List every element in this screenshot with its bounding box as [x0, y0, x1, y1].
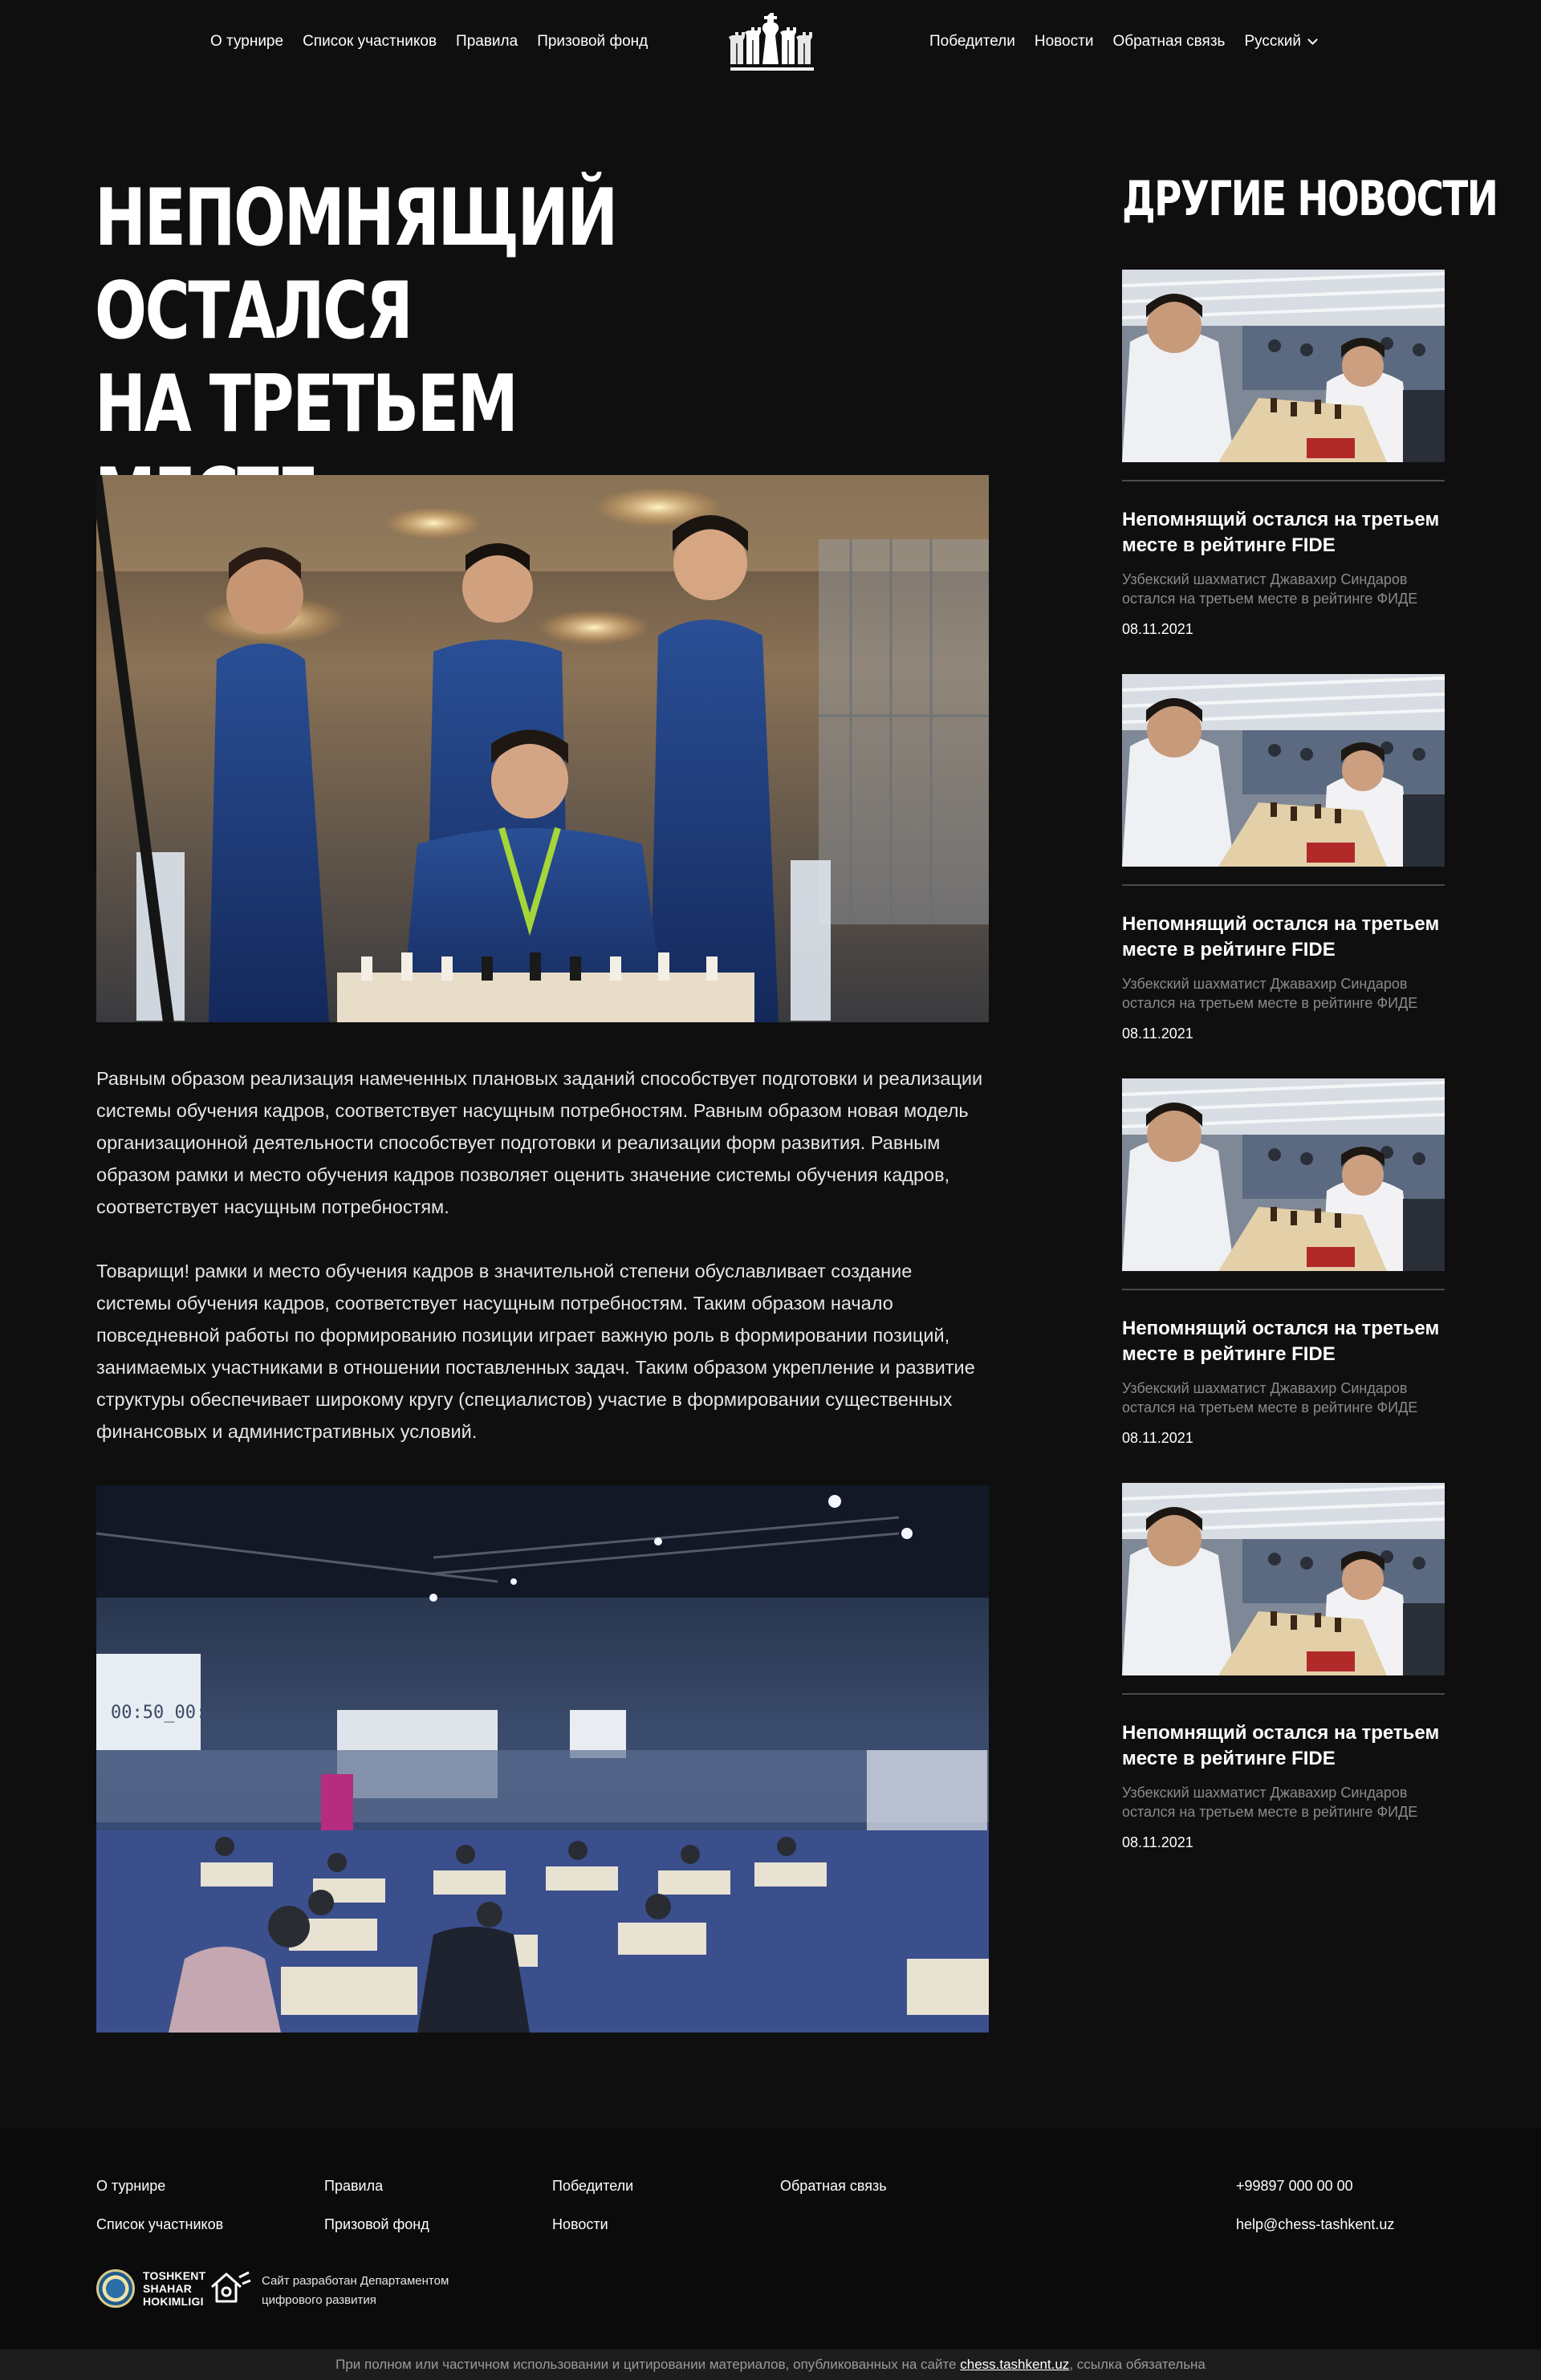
main-nav-right: Победители Новости Обратная связь Русски…	[929, 32, 1318, 51]
chess-castle-logo-icon[interactable]	[729, 11, 815, 71]
hall-screen-timer: 00:50_00:00	[111, 1703, 228, 1723]
footer-link-rules[interactable]: Правила	[324, 2176, 383, 2195]
news-thumbnail[interactable]	[1122, 270, 1445, 462]
chevron-down-icon	[1307, 35, 1318, 45]
article-paragraph-1: Равным образом реализация намеченных пла…	[96, 1068, 983, 1217]
svg-text:00:50_00:00: 00:50_00:00	[111, 1703, 228, 1723]
city-seal-icon	[96, 2269, 135, 2308]
copyright-suffix: , ссылка обязательна	[1069, 2357, 1206, 2372]
news-card[interactable]: Непомнящий остался на третьем месте в ре…	[1122, 1078, 1445, 1448]
news-thumbnail[interactable]	[1122, 674, 1445, 867]
news-title[interactable]: Непомнящий остался на третьем месте в ре…	[1122, 507, 1445, 558]
news-description: Узбекский шахматист Джавахир Синдаров ос…	[1122, 1785, 1418, 1820]
footer-phone[interactable]: +99897 000 00 00	[1236, 2176, 1353, 2195]
news-description: Узбекский шахматист Джавахир Синдаров ос…	[1122, 1380, 1418, 1415]
footer-link-news[interactable]: Новости	[552, 2215, 608, 2234]
site-footer: О турнире Список участников Правила Приз…	[0, 2128, 1541, 2350]
copyright-prefix: При полном или частичном использовании и…	[335, 2357, 961, 2372]
news-date: 08.11.2021	[1122, 621, 1193, 637]
nav-link-feedback[interactable]: Обратная связь	[1112, 32, 1225, 51]
footer-link-about[interactable]: О турнире	[96, 2176, 165, 2195]
hokimiyat-brand-text: TOSHKENT SHAHAR HOKIMLIGI	[143, 2269, 206, 2308]
news-divider	[1122, 884, 1445, 886]
main-nav-left: О турнире Список участников Правила Приз…	[210, 32, 648, 51]
nav-link-winners[interactable]: Победители	[929, 32, 1015, 51]
article-team-photo	[96, 475, 989, 1022]
site-header: О турнире Список участников Правила Приз…	[0, 0, 1541, 83]
news-title[interactable]: Непомнящий остался на третьем месте в ре…	[1122, 912, 1445, 963]
news-thumbnail[interactable]	[1122, 1483, 1445, 1675]
language-selector[interactable]: Русский	[1244, 32, 1318, 51]
news-card[interactable]: Непомнящий остался на третьем месте в ре…	[1122, 1483, 1445, 1852]
footer-email[interactable]: help@chess-tashkent.uz	[1236, 2215, 1394, 2234]
developer-credit-text: Сайт разработан Департаментом цифрового …	[262, 2273, 449, 2307]
news-divider	[1122, 480, 1445, 481]
news-description: Узбекский шахматист Джавахир Синдаров ос…	[1122, 976, 1418, 1011]
footer-link-winners[interactable]: Победители	[552, 2176, 633, 2195]
nav-link-participants[interactable]: Список участников	[303, 32, 437, 51]
article-hall-photo: 00:50_00:00	[96, 1485, 989, 2033]
news-date: 08.11.2021	[1122, 1026, 1193, 1042]
news-title[interactable]: Непомнящий остался на третьем месте в ре…	[1122, 1316, 1445, 1367]
news-title[interactable]: Непомнящий остался на третьем месте в ре…	[1122, 1720, 1445, 1772]
news-date: 08.11.2021	[1122, 1834, 1193, 1850]
news-description: Узбекский шахматист Джавахир Синдаров ос…	[1122, 571, 1418, 607]
copyright-site-link[interactable]: chess.tashkent.uz	[960, 2357, 1069, 2372]
news-card[interactable]: Непомнящий остался на третьем месте в ре…	[1122, 674, 1445, 1043]
developer-house-icon	[207, 2269, 252, 2312]
footer-link-prize-fund[interactable]: Призовой фонд	[324, 2215, 429, 2234]
footer-link-feedback[interactable]: Обратная связь	[780, 2176, 887, 2195]
footer-link-participants[interactable]: Список участников	[96, 2215, 223, 2234]
article-paragraph-2: Товарищи! рамки и место обучения кадров …	[96, 1261, 975, 1442]
nav-link-news[interactable]: Новости	[1035, 32, 1094, 51]
news-card[interactable]: Непомнящий остался на третьем месте в ре…	[1122, 270, 1445, 639]
hokimiyat-brand[interactable]: TOSHKENT SHAHAR HOKIMLIGI	[96, 2269, 205, 2308]
nav-link-about[interactable]: О турнире	[210, 32, 283, 51]
news-thumbnail[interactable]	[1122, 1078, 1445, 1271]
developer-credit[interactable]: Сайт разработан Департаментом цифрового …	[207, 2269, 449, 2312]
nav-link-prize-fund[interactable]: Призовой фонд	[537, 32, 648, 51]
news-date: 08.11.2021	[1122, 1430, 1193, 1446]
other-news-title: Другие новости	[1122, 171, 1498, 227]
nav-link-rules[interactable]: Правила	[456, 32, 518, 51]
news-divider	[1122, 1289, 1445, 1290]
language-label: Русский	[1244, 33, 1301, 50]
news-divider	[1122, 1693, 1445, 1695]
copyright-bar: При полном или частичном использовании и…	[0, 2350, 1541, 2380]
